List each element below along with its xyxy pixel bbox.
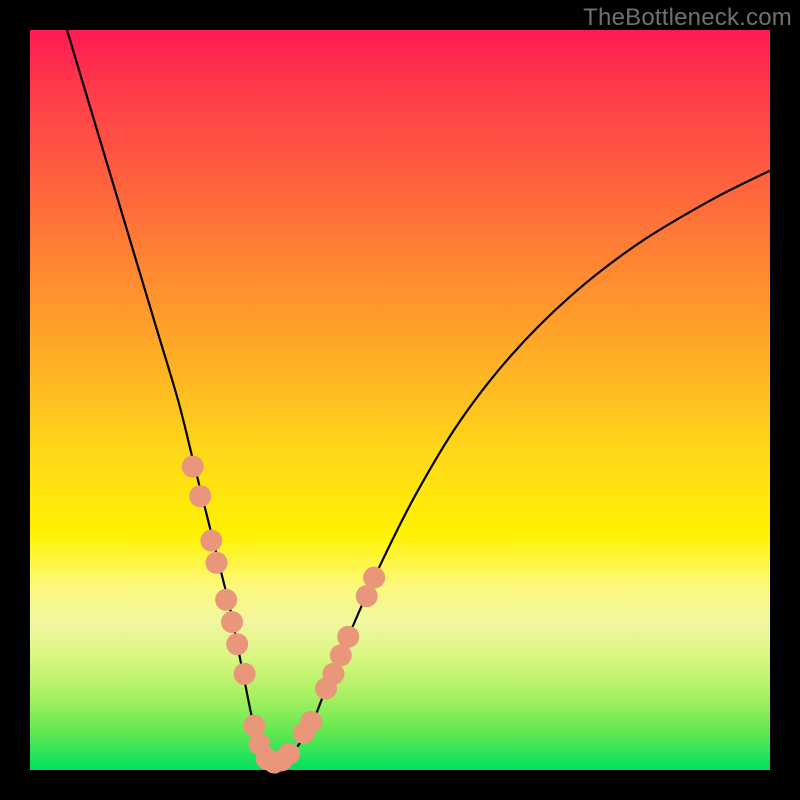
data-marker — [243, 715, 265, 737]
chart-svg — [30, 30, 770, 770]
marker-group — [182, 456, 385, 774]
data-marker — [363, 567, 385, 589]
plot-area — [30, 30, 770, 770]
bottleneck-curve — [67, 30, 770, 763]
watermark-text: TheBottleneck.com — [583, 4, 792, 32]
data-marker — [205, 552, 227, 574]
data-marker — [234, 663, 256, 685]
data-marker — [278, 743, 300, 765]
data-marker — [182, 456, 204, 478]
data-marker — [200, 530, 222, 552]
data-marker — [300, 711, 322, 733]
chart-frame: TheBottleneck.com — [0, 0, 800, 800]
data-marker — [221, 611, 243, 633]
data-marker — [226, 633, 248, 655]
data-marker — [337, 626, 359, 648]
data-marker — [215, 589, 237, 611]
data-marker — [189, 485, 211, 507]
